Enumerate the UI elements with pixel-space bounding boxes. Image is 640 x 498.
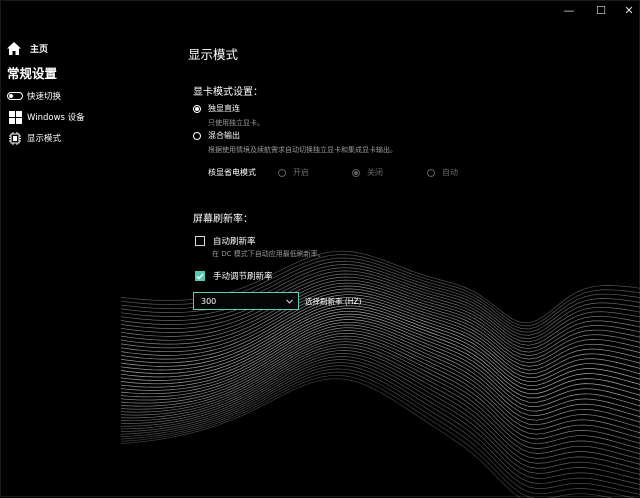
sidebar-item-label: Windows 设备 [27,113,85,123]
wave-line [120,305,640,387]
select-value: 300 [201,296,217,306]
wave-line [120,319,640,408]
wave-line [120,310,640,395]
minimize-button[interactable]: — [554,1,584,19]
power-save-label: 核显省电模式 [208,168,256,177]
display-mode-icon [7,131,23,145]
radio-label: 关闭 [367,168,383,177]
checkbox-label: 自动刷新率 [213,237,256,247]
wave-line [120,371,637,498]
checkbox-box [195,236,205,246]
radio-hybrid-output[interactable]: 混合输出 [193,130,240,141]
wave-line [120,365,640,490]
wave-line [120,321,640,412]
wave-line [120,356,640,475]
wave-line [120,378,522,498]
wave-line [120,359,640,480]
radio-indicator [427,168,435,177]
windows-logo-icon [7,110,23,124]
checkbox-description: 在 DC 模式下自动应用最低刷新率。 [212,250,325,258]
sidebar-section-title: 常规设置 [7,66,58,81]
radio-power-save-off[interactable]: 关闭 [352,167,383,178]
radio-description: 只使用独立显卡。 [208,119,264,127]
auto-refresh-checkbox[interactable]: 自动刷新率 [195,235,256,247]
wave-line [120,374,613,498]
manual-refresh-checkbox[interactable]: 手动调节刷新率 [195,270,273,282]
wave-line [120,299,640,379]
home-label: 主页 [30,45,49,55]
wave-line [120,302,640,383]
wave-line [120,327,640,423]
wave-line [120,330,640,428]
wave-line [120,324,640,418]
wave-line [120,250,640,324]
home-icon [7,42,21,55]
wave-line [120,316,640,403]
wave-line [121,353,640,470]
checkbox-label: 手动调节刷新率 [213,272,273,282]
wave-line [120,254,640,327]
sidebar-item-label: 显示模式 [27,134,62,144]
radio-dgpu-direct[interactable]: 独显直连 [193,103,240,114]
radio-label: 独显直连 [208,104,240,113]
select-label: 选择刷新率 (HZ) [305,297,362,306]
radio-label: 开启 [293,168,309,177]
wave-line [120,362,640,485]
sidebar-item-display-mode[interactable]: 显示模式 [7,131,61,145]
wave-line [120,276,640,350]
radio-label: 混合输出 [208,131,240,140]
sidebar-item-windows-device[interactable]: Windows 设备 [7,110,85,124]
maximize-button[interactable]: ☐ [586,1,616,19]
wave-line [120,332,640,434]
radio-label: 自动 [442,168,458,177]
wave-line [120,313,640,399]
wave-line [120,347,640,460]
gpu-mode-title: 显卡模式设置： [193,87,263,98]
wave-line [120,335,640,439]
radio-power-save-auto[interactable]: 自动 [427,167,458,178]
checkmark-icon [196,273,204,279]
radio-indicator [278,168,286,177]
wave-line [120,344,640,455]
close-button[interactable]: ✕ [614,1,640,19]
page-title: 显示模式 [188,47,239,62]
radio-indicator [352,168,360,177]
chevron-down-icon [286,298,293,304]
wave-line [120,341,640,449]
radio-power-save-on[interactable]: 开启 [278,167,309,178]
wave-line [120,308,640,391]
radio-description: 根据使用情境及续航需求自动切换独立显卡和集成显卡输出。 [208,146,397,154]
home-link[interactable]: 主页 [7,42,48,55]
toggle-icon [7,90,23,102]
sidebar-item-label: 快速切换 [27,92,62,102]
radio-indicator [193,131,201,140]
refresh-rate-title: 屏幕刷新率： [193,214,253,225]
title-bar: — ☐ ✕ [1,1,639,19]
wave-line [120,350,640,465]
radio-indicator [193,104,201,113]
app-window: — ☐ ✕ 主页 常规设置 快速切换 Windows 设备 显示模式 显示模式 … [0,0,640,498]
wave-line [120,368,640,495]
refresh-rate-select[interactable]: 300 [193,292,299,310]
checkbox-box [195,271,205,281]
sidebar-item-quick-switch[interactable]: 快速切换 [7,89,61,103]
wave-line [120,338,640,444]
wave-line [120,279,640,353]
